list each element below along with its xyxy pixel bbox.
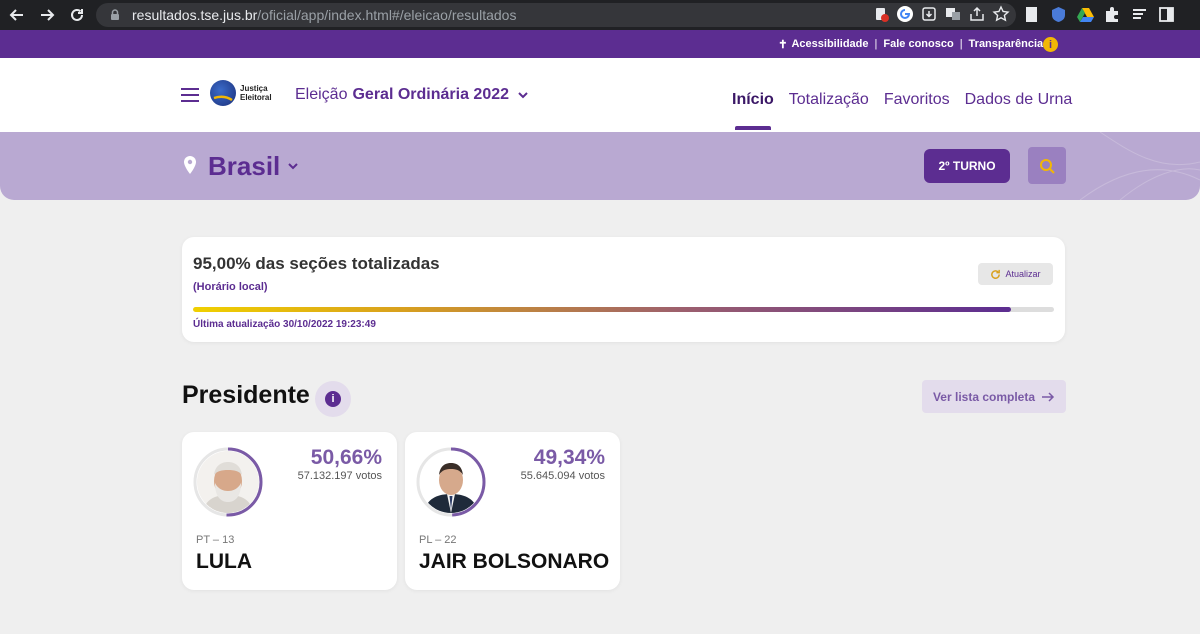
- background-pattern: [1079, 132, 1200, 200]
- turno-button[interactable]: 2º TURNO: [924, 149, 1010, 183]
- candidate-name: JAIR BOLSONARO: [419, 550, 610, 573]
- install-icon[interactable]: [920, 5, 938, 23]
- progress-bar: [193, 307, 1054, 312]
- globe-icon: [210, 80, 236, 106]
- election-selector[interactable]: Eleição Geral Ordinária 2022: [295, 86, 529, 104]
- blocked-popup-icon[interactable]: [872, 5, 890, 23]
- menu-icon[interactable]: [181, 88, 199, 102]
- party-number: PT – 13: [196, 534, 235, 546]
- vote-percentage: 49,34%: [533, 446, 605, 469]
- candidate-photo: [420, 451, 482, 513]
- location-name[interactable]: Brasil: [208, 151, 280, 182]
- vote-count: 57.132.197 votos: [297, 470, 382, 482]
- back-icon[interactable]: [2, 0, 32, 30]
- share-icon[interactable]: [968, 5, 986, 23]
- candidate-photo: [197, 451, 259, 513]
- logo-line2: Eleitoral: [240, 93, 272, 102]
- search-button[interactable]: [1028, 147, 1066, 184]
- accessibility-link[interactable]: Acessibilidade: [791, 38, 868, 50]
- full-list-label: Ver lista completa: [932, 389, 1036, 404]
- transparency-link[interactable]: Transparência: [969, 38, 1044, 50]
- nav-inicio[interactable]: Início: [732, 91, 774, 130]
- search-icon: [1040, 158, 1055, 174]
- party-number: PL – 22: [419, 534, 457, 546]
- separator: |: [959, 38, 963, 50]
- chevron-down-icon: [518, 92, 528, 99]
- info-icon: i: [325, 391, 341, 407]
- arrow-right-icon: [1042, 391, 1055, 402]
- lock-icon: [111, 9, 119, 20]
- browser-toolbar: resultados.tse.jus.br/oficial/app/index.…: [0, 0, 1200, 30]
- refresh-icon: [991, 269, 1001, 279]
- url-path: /oficial/app/index.html#/eleicao/resulta…: [257, 7, 517, 23]
- location-band: Brasil 2º TURNO: [0, 132, 1200, 200]
- vote-percentage: 50,66%: [310, 446, 382, 469]
- translate-icon[interactable]: [944, 5, 962, 23]
- google-icon[interactable]: [896, 5, 914, 23]
- separator: |: [874, 38, 878, 50]
- site-header: Justiça Eleitoral Eleição Geral Ordinári…: [0, 58, 1200, 132]
- accessibility-bar: ✝ Acessibilidade | Fale conosco | Transp…: [0, 30, 1200, 58]
- election-prefix: Eleição: [295, 86, 348, 103]
- nav-dados-de-urna[interactable]: Dados de Urna: [965, 91, 1073, 109]
- address-bar[interactable]: resultados.tse.jus.br/oficial/app/index.…: [96, 3, 1016, 27]
- candidate-name: LULA: [196, 550, 252, 573]
- main-nav: Início Totalização Favoritos Dados de Ur…: [732, 91, 1073, 130]
- contact-link[interactable]: Fale conosco: [883, 38, 953, 50]
- progress-title: 95,00% das seções totalizadas: [193, 254, 440, 273]
- document-extension-icon[interactable]: [1022, 5, 1041, 24]
- forward-icon[interactable]: [32, 0, 62, 30]
- accessibility-icon: ✝: [778, 38, 788, 51]
- full-list-button[interactable]: Ver lista completa: [922, 380, 1066, 413]
- info-icon[interactable]: i: [1043, 37, 1058, 52]
- progress-card: 95,00% das seções totalizadas (Horário l…: [182, 237, 1065, 342]
- local-time-label: (Horário local): [193, 281, 268, 293]
- election-name: Geral Ordinária 2022: [352, 86, 510, 103]
- refresh-button[interactable]: Atualizar: [978, 263, 1053, 285]
- section-title: Presidente: [182, 381, 310, 409]
- nav-totalizacao[interactable]: Totalização: [789, 91, 869, 109]
- tse-logo[interactable]: Justiça Eleitoral: [210, 80, 272, 106]
- extensions-puzzle-icon[interactable]: [1103, 5, 1122, 24]
- location-pin-icon: [184, 156, 196, 174]
- reload-icon[interactable]: [62, 0, 92, 30]
- last-update: Última atualização 30/10/2022 19:23:49: [193, 319, 376, 330]
- side-panel-icon[interactable]: [1157, 5, 1176, 24]
- progress-fill: [193, 307, 1011, 312]
- refresh-label: Atualizar: [1005, 269, 1041, 279]
- nav-favoritos[interactable]: Favoritos: [884, 91, 950, 109]
- bookmark-star-icon[interactable]: [992, 5, 1010, 23]
- vote-count: 55.645.094 votos: [520, 470, 605, 482]
- section-info-button[interactable]: i: [315, 381, 351, 417]
- candidate-card[interactable]: 50,66% 57.132.197 votos PT – 13 LULA: [182, 432, 397, 590]
- drive-extension-icon[interactable]: [1076, 5, 1095, 24]
- shield-extension-icon[interactable]: [1049, 5, 1068, 24]
- chevron-down-icon[interactable]: [287, 161, 299, 171]
- url-host: resultados.tse.jus.br: [132, 7, 258, 23]
- reading-list-icon[interactable]: [1130, 5, 1149, 24]
- logo-line1: Justiça: [240, 84, 268, 93]
- candidate-card[interactable]: 49,34% 55.645.094 votos PL – 22 JAIR BOL…: [405, 432, 620, 590]
